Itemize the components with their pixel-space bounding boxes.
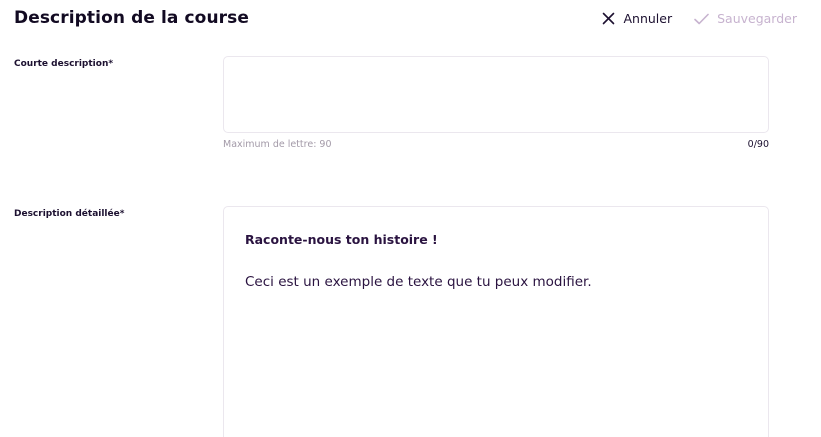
page-title: Description de la course — [14, 8, 249, 28]
detailed-description-editor[interactable]: Raconte-nous ton histoire ! Ceci est un … — [223, 206, 769, 437]
detailed-description-label: Description détaillée* — [14, 209, 125, 219]
short-description-hint: Maximum de lettre: 90 — [223, 139, 332, 150]
character-counter: 0/90 — [747, 139, 769, 150]
check-icon — [694, 13, 709, 25]
cancel-button[interactable]: Annuler — [602, 11, 672, 26]
short-description-input[interactable] — [223, 56, 769, 133]
cancel-label: Annuler — [623, 11, 673, 26]
editor-body-text[interactable]: Ceci est un exemple de texte que tu peux… — [245, 274, 592, 290]
editor-heading[interactable]: Raconte-nous ton histoire ! — [245, 232, 438, 247]
header-actions: Annuler Sauvegarder — [602, 11, 797, 26]
save-label: Sauvegarder — [717, 11, 797, 26]
course-description-page: Description de la course Annuler Sauvega… — [0, 0, 821, 437]
close-icon — [602, 12, 615, 25]
short-description-label: Courte description* — [14, 59, 114, 69]
save-button[interactable]: Sauvegarder — [694, 11, 797, 26]
